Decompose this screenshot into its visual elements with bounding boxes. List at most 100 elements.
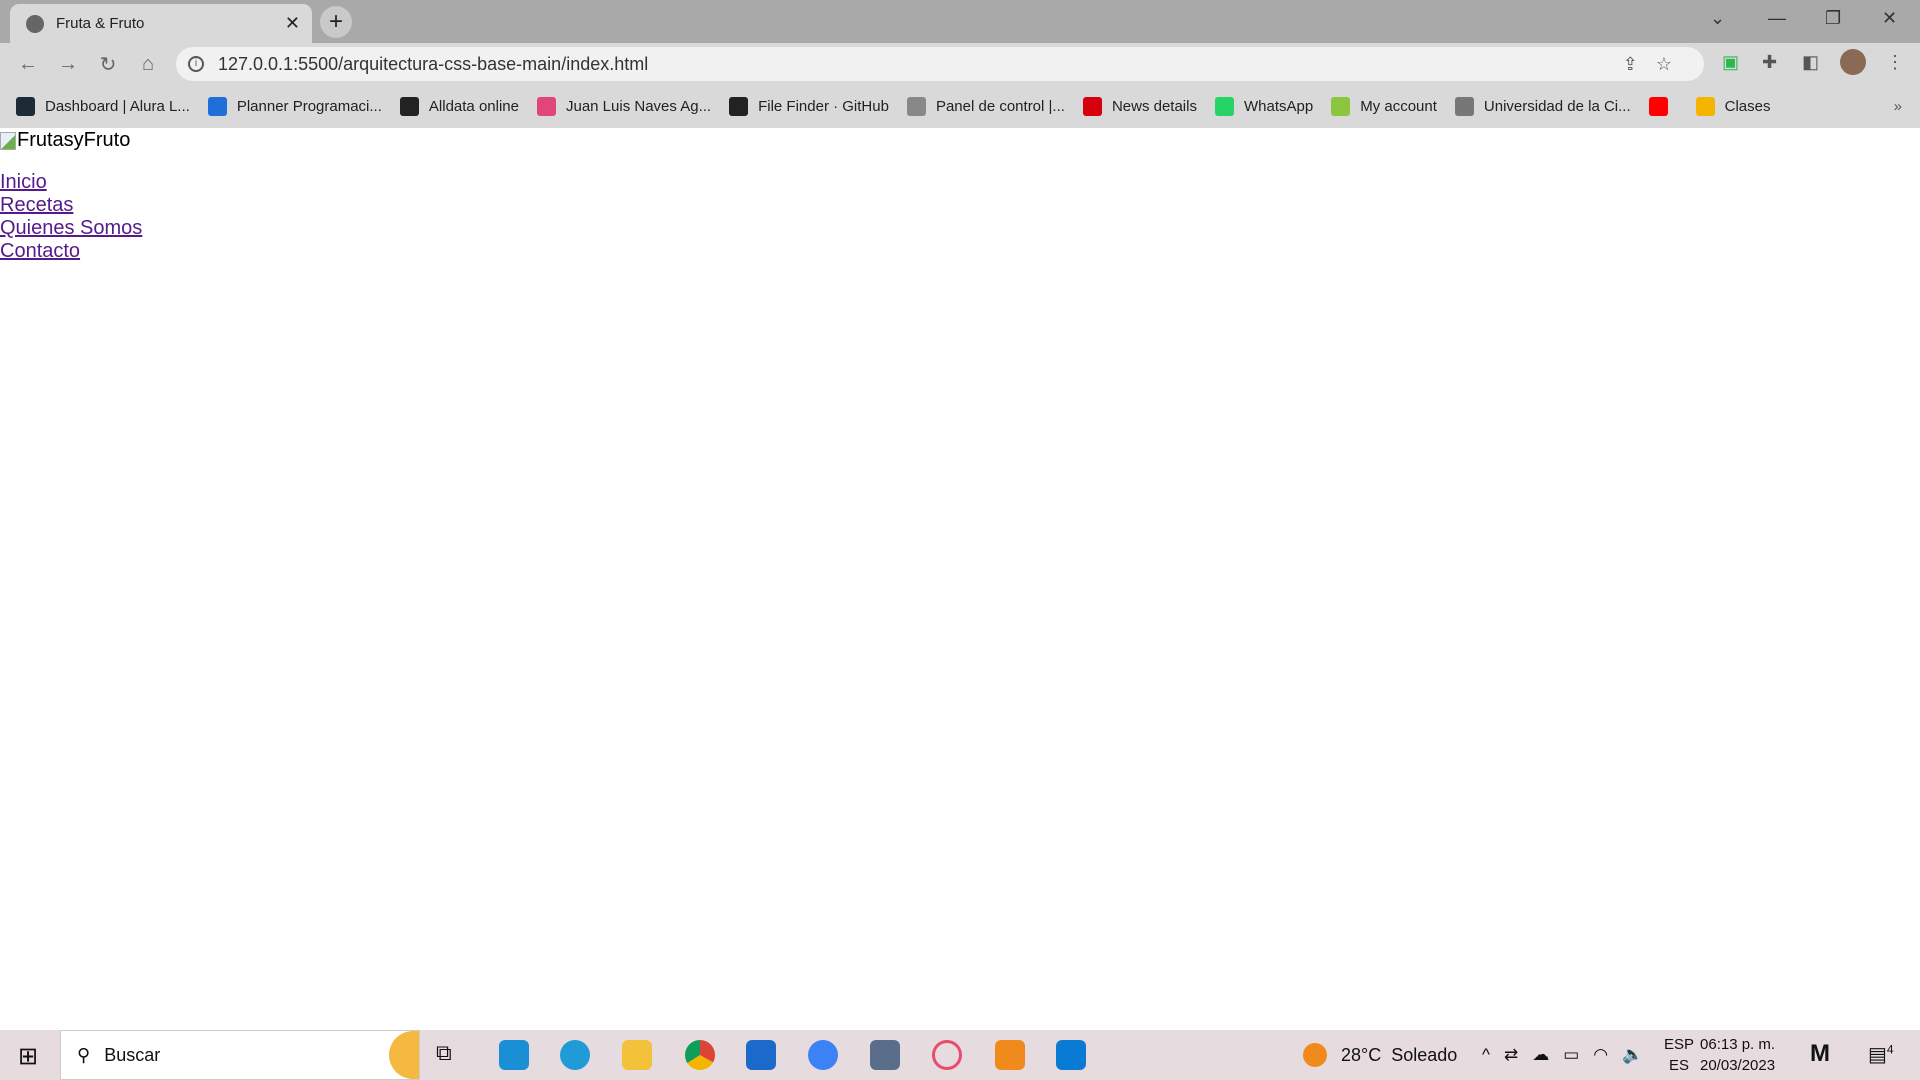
bookmark-label: Clases: [1724, 98, 1771, 115]
bookmark-label: Planner Programaci...: [236, 98, 382, 115]
bookmark-item[interactable]: Panel de control |...: [906, 97, 1065, 116]
bookmark-favicon-icon: [906, 97, 926, 116]
nav-link-inicio[interactable]: Inicio: [0, 171, 1920, 194]
bookmark-favicon-icon: [1214, 97, 1234, 116]
battery-icon[interactable]: ▭: [1563, 1045, 1579, 1065]
lang-bottom: ES: [1669, 1057, 1690, 1074]
home-icon[interactable]: ⌂: [128, 53, 168, 76]
weather-widget[interactable]: 28°C Soleado: [1303, 1030, 1457, 1080]
system-tray: ^ ⇄ ☁ ▭ ◠ 🔈: [1482, 1030, 1643, 1080]
bookmark-item[interactable]: Alldata online: [399, 97, 519, 116]
bookmark-item[interactable]: [1648, 97, 1678, 116]
bookmark-item[interactable]: My account: [1331, 97, 1437, 116]
time: 06:13 p. m.: [1700, 1036, 1776, 1053]
bookmark-favicon-icon: [16, 97, 35, 116]
more-bookmarks-button[interactable]: »: [1894, 98, 1902, 115]
cloud-error-icon[interactable]: ☁: [1532, 1045, 1549, 1065]
bookmark-label: Panel de control |...: [935, 98, 1065, 115]
browser-tab[interactable]: Fruta & Fruto ✕: [10, 4, 312, 43]
extension-icon[interactable]: ▣: [1722, 52, 1739, 73]
close-window-button[interactable]: ✕: [1882, 8, 1897, 29]
lang-top: ESP: [1664, 1036, 1695, 1053]
back-icon[interactable]: ←: [8, 53, 48, 76]
new-tab-button[interactable]: +: [320, 6, 352, 38]
app-m-icon[interactable]: M: [1810, 1040, 1830, 1068]
date: 20/03/2023: [1700, 1057, 1776, 1074]
restore-button[interactable]: ❐: [1825, 8, 1841, 29]
task-view-icon[interactable]: ⧉: [436, 1040, 466, 1070]
taskbar: ⊞ ⚲ Buscar ⧉ 28°C Soleado ^ ⇄ ☁ ▭ ◠ 🔈 ES…: [0, 1030, 1920, 1080]
chevron-up-icon[interactable]: ^: [1482, 1045, 1490, 1065]
camera-icon[interactable]: [870, 1040, 900, 1070]
address-bar[interactable]: i 127.0.0.1:5500/arquitectura-css-base-m…: [176, 47, 1704, 81]
notification-center-icon[interactable]: ▤4: [1868, 1042, 1894, 1067]
bookmark-item[interactable]: News details: [1082, 97, 1197, 116]
bookmark-star-icon[interactable]: ☆: [1656, 54, 1690, 74]
clock[interactable]: 06:13 p. m. 20/03/2023: [1700, 1034, 1775, 1076]
browser-toolbar: ← → ↻ ⌂ i 127.0.0.1:5500/arquitectura-cs…: [0, 43, 1920, 85]
bookmark-favicon-icon: [399, 97, 419, 116]
file-explorer-icon[interactable]: [622, 1040, 652, 1070]
minimize-button[interactable]: —: [1768, 8, 1786, 29]
transfer-icon[interactable]: ⇄: [1504, 1045, 1518, 1065]
bookmark-item[interactable]: File Finder · GitHub: [729, 97, 889, 116]
tab-search-icon[interactable]: ⌄: [1710, 8, 1725, 29]
notification-count: 4: [1886, 1042, 1894, 1057]
bookmark-item[interactable]: WhatsApp: [1214, 97, 1314, 116]
chrome-icon[interactable]: [685, 1040, 715, 1070]
ms-store-icon[interactable]: [746, 1040, 776, 1070]
wifi-icon[interactable]: ◠: [1593, 1045, 1608, 1065]
menu-icon[interactable]: ⋮: [1886, 52, 1904, 73]
bookmark-label: News details: [1111, 98, 1197, 115]
side-panel-icon[interactable]: ◧: [1802, 52, 1819, 73]
chat-app-icon[interactable]: [808, 1040, 838, 1070]
nav-link-contacto[interactable]: Contacto: [0, 240, 1920, 263]
weather-temp: 28°C: [1341, 1044, 1382, 1065]
puzzle-icon[interactable]: ✚: [1762, 52, 1777, 73]
bookmark-item[interactable]: Universidad de la Ci...: [1454, 97, 1631, 116]
url-text[interactable]: 127.0.0.1:5500/arquitectura-css-base-mai…: [218, 54, 648, 75]
bookmark-label: Juan Luis Naves Ag...: [565, 98, 712, 115]
taskbar-search[interactable]: ⚲ Buscar: [60, 1030, 420, 1080]
forward-icon[interactable]: →: [48, 53, 88, 76]
page-content: FrutasyFruto Inicio Recetas Quienes Somo…: [0, 128, 1920, 1030]
nav-link-recetas[interactable]: Recetas: [0, 194, 1920, 217]
windows-start-icon[interactable]: ⊞: [18, 1042, 38, 1071]
globe-icon: [26, 14, 44, 33]
search-highlight-icon: [389, 1031, 419, 1079]
bookmark-label: WhatsApp: [1243, 98, 1314, 115]
nav-link-quienes-somos[interactable]: Quienes Somos: [0, 217, 1920, 240]
bookmark-favicon-icon: [536, 97, 556, 116]
reload-icon[interactable]: ↻: [88, 52, 128, 77]
bookmark-favicon-icon: [1454, 97, 1474, 116]
tab-title: Fruta & Fruto: [56, 15, 145, 32]
bookmark-item[interactable]: Clases: [1695, 97, 1771, 116]
bookmark-favicon-icon: [1648, 97, 1668, 116]
bookmark-label: Universidad de la Ci...: [1483, 98, 1631, 115]
close-tab-icon[interactable]: ✕: [285, 13, 300, 34]
snipping-tool-icon[interactable]: [932, 1040, 962, 1070]
bookmark-item[interactable]: Juan Luis Naves Ag...: [536, 97, 712, 116]
weather-text: Soleado: [1391, 1044, 1458, 1065]
bookmark-favicon-icon: [207, 97, 227, 116]
share-icon[interactable]: ⇪: [1623, 54, 1656, 74]
profile-avatar[interactable]: [1840, 49, 1866, 75]
volume-icon[interactable]: 🔈: [1622, 1045, 1643, 1065]
bookmarks-bar: Dashboard | Alura L... Planner Programaci…: [0, 85, 1920, 128]
bookmark-item[interactable]: Planner Programaci...: [207, 97, 382, 116]
bookmark-item[interactable]: Dashboard | Alura L...: [16, 97, 190, 116]
store-app-icon[interactable]: [499, 1040, 529, 1070]
tab-strip: Fruta & Fruto ✕ + ⌄ — ❐ ✕: [0, 0, 1920, 43]
logo-image: FrutasyFruto: [0, 129, 1920, 152]
bookmark-label: Alldata online: [428, 98, 519, 115]
vscode-icon[interactable]: [1056, 1040, 1086, 1070]
search-icon: ⚲: [77, 1044, 91, 1065]
main-nav: Inicio Recetas Quienes Somos Contacto: [0, 171, 1920, 263]
sublime-text-icon[interactable]: [995, 1040, 1025, 1070]
bookmark-label: File Finder · GitHub: [758, 98, 889, 115]
language-indicator[interactable]: ESP ES: [1664, 1034, 1694, 1076]
broken-image-icon: [0, 131, 16, 150]
edge-icon[interactable]: [560, 1040, 590, 1070]
sun-icon: [1303, 1043, 1327, 1067]
site-info-icon[interactable]: i: [188, 56, 204, 72]
